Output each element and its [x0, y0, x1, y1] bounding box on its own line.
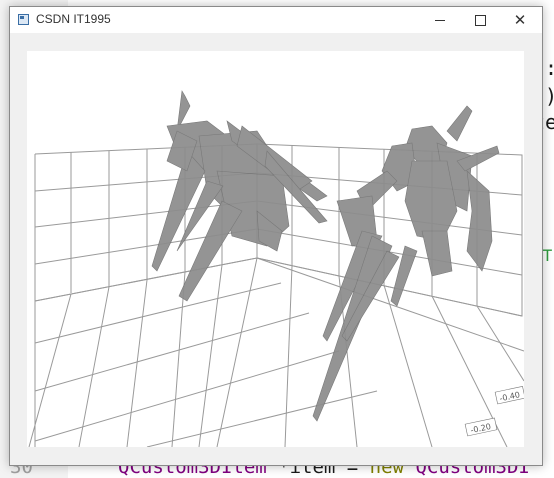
title-bar[interactable]: CSDN IT1995 ✕ [10, 7, 542, 33]
close-button[interactable]: ✕ [501, 7, 539, 33]
minimize-button[interactable] [421, 7, 459, 33]
close-icon: ✕ [513, 10, 527, 29]
axis-labels: -0.20 -0.40 [464, 386, 524, 437]
minimize-icon [435, 19, 445, 21]
3d-scene: -0.20 -0.40 [28, 90, 524, 447]
mecha-model-left [151, 90, 328, 302]
app-window-icon [18, 14, 29, 25]
app-window: CSDN IT1995 ✕ -0.20 -0.40 [9, 6, 543, 466]
maximize-icon [474, 14, 486, 26]
window-title: CSDN IT1995 [36, 12, 111, 26]
3d-viewport[interactable]: -0.20 -0.40 [27, 51, 524, 447]
maximize-button[interactable] [461, 7, 499, 33]
